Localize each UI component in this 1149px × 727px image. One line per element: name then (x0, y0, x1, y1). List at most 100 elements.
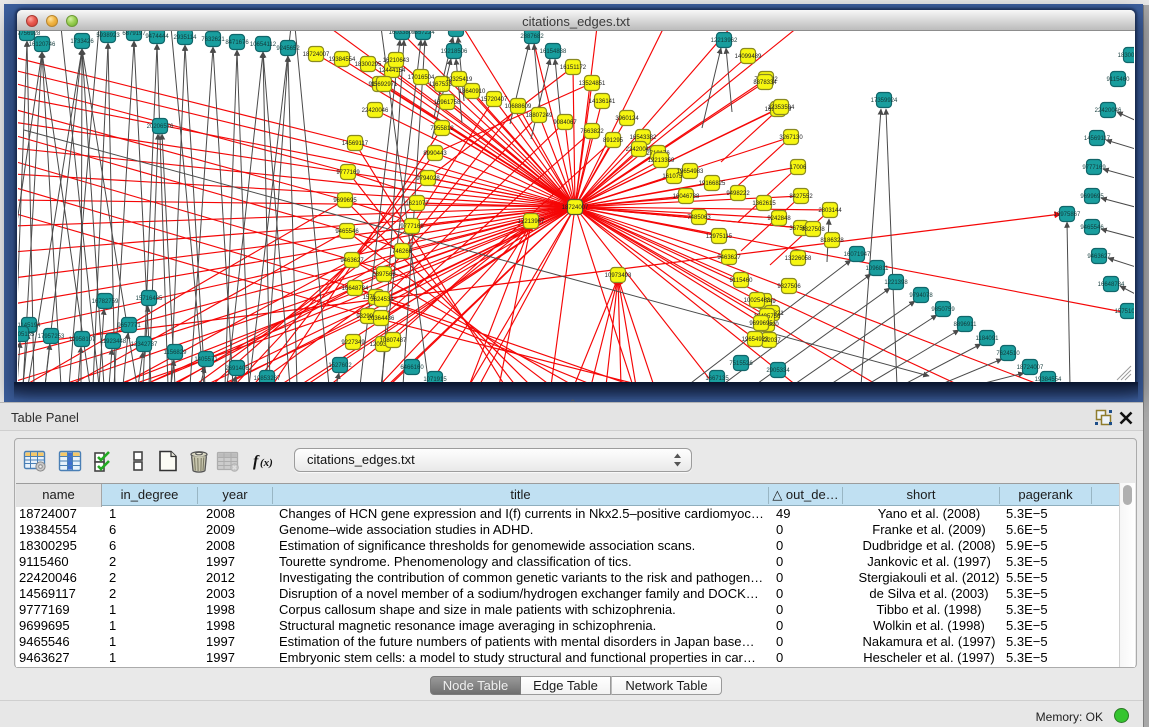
svg-text:1071915: 1071915 (423, 377, 447, 382)
svg-text:14569117: 14569117 (1084, 136, 1111, 142)
svg-text:7663822: 7663822 (580, 129, 604, 135)
svg-text:9327506: 9327506 (777, 284, 801, 290)
svg-text:(x): (x) (260, 457, 273, 469)
svg-text:15692971: 15692971 (371, 82, 398, 88)
svg-text:16648784: 16648784 (342, 286, 369, 292)
svg-text:16151172: 16151172 (560, 65, 587, 71)
svg-text:12444154: 12444154 (379, 68, 406, 74)
svg-text:16071947: 16071947 (844, 252, 871, 258)
svg-text:8471676: 8471676 (225, 40, 249, 46)
svg-text:16046788: 16046788 (673, 194, 700, 200)
svg-text:3624534: 3624534 (370, 297, 394, 303)
svg-text:9465546: 9465546 (335, 229, 359, 235)
svg-text:9463627: 9463627 (717, 255, 741, 261)
svg-text:8896911: 8896911 (954, 322, 978, 328)
svg-text:12353594: 12353594 (768, 105, 795, 111)
svg-text:16648784: 16648784 (1098, 282, 1125, 288)
svg-text:18724007: 18724007 (1017, 365, 1044, 371)
svg-text:16154838: 16154838 (540, 49, 567, 55)
svg-text:9465546: 9465546 (1080, 225, 1104, 231)
svg-text:3267130: 3267130 (779, 135, 803, 141)
svg-text:1221398: 1221398 (884, 280, 908, 286)
svg-text:10025463: 10025463 (744, 298, 771, 304)
svg-text:14136141: 14136141 (589, 99, 616, 105)
svg-text:9699695: 9699695 (1080, 194, 1104, 200)
svg-text:1733426: 1733426 (70, 39, 94, 45)
svg-text:2905334: 2905334 (766, 368, 790, 374)
svg-text:2935114: 2935114 (174, 35, 198, 41)
svg-text:9777169: 9777169 (1082, 165, 1106, 171)
svg-text:15720407: 15720407 (481, 97, 508, 103)
svg-text:16543382: 16543382 (630, 135, 657, 141)
svg-text:18724007: 18724007 (562, 205, 589, 211)
svg-text:7632621: 7632621 (201, 37, 225, 43)
svg-text:9699695: 9699695 (333, 198, 357, 204)
svg-text:17016504: 17016504 (408, 75, 435, 81)
svg-text:7515526: 7515526 (729, 361, 753, 367)
svg-text:18724007: 18724007 (303, 52, 330, 58)
svg-text:20364436: 20364436 (368, 316, 395, 322)
svg-text:19384554: 19384554 (1035, 377, 1062, 382)
svg-text:1096811: 1096811 (866, 266, 890, 272)
svg-text:12975115: 12975115 (706, 234, 733, 240)
svg-text:15751074: 15751074 (1115, 309, 1134, 315)
svg-text:1667135: 1667135 (705, 376, 729, 382)
svg-text:10973493: 10973493 (605, 273, 632, 279)
svg-text:16961758: 16961758 (434, 100, 461, 106)
svg-text:9227349: 9227349 (341, 340, 365, 346)
svg-text:7357224: 7357224 (411, 31, 435, 36)
svg-text:11923448: 11923448 (100, 339, 127, 345)
svg-text:2803144: 2803144 (818, 208, 842, 214)
svg-text:15716485: 15716485 (136, 296, 163, 302)
svg-text:9498222: 9498222 (726, 191, 750, 197)
svg-text:9245652: 9245652 (276, 46, 300, 52)
svg-text:9463627: 9463627 (1087, 254, 1111, 260)
svg-text:22420046: 22420046 (1095, 108, 1122, 114)
svg-text:12325419: 12325419 (446, 77, 473, 83)
svg-text:12505135: 12505135 (18, 332, 35, 338)
svg-text:8990443: 8990443 (423, 151, 447, 157)
svg-text:9084067: 9084067 (553, 120, 577, 126)
svg-text:6897568: 6897568 (372, 272, 396, 278)
svg-text:1184091: 1184091 (976, 336, 1000, 342)
svg-text:746266: 746266 (392, 249, 413, 255)
svg-text:19166825: 19166825 (699, 181, 726, 187)
svg-text:19975867: 19975867 (1054, 212, 1081, 218)
svg-text:18300295: 18300295 (1118, 53, 1134, 59)
svg-text:9777169: 9777169 (336, 170, 360, 176)
svg-text:8427552: 8427552 (789, 194, 813, 200)
svg-text:9115460: 9115460 (1107, 77, 1131, 83)
svg-text:9657771: 9657771 (117, 323, 141, 329)
svg-text:17957253: 17957253 (38, 334, 65, 340)
svg-text:12213369: 12213369 (648, 158, 675, 164)
svg-text:10654112: 10654112 (250, 42, 277, 48)
svg-text:9463627: 9463627 (340, 258, 364, 264)
svg-text:10807487: 10807487 (380, 338, 407, 344)
svg-text:9327508: 9327508 (801, 227, 825, 233)
svg-text:10958107: 10958107 (69, 337, 96, 343)
svg-text:9699695: 9699695 (749, 321, 773, 327)
svg-text:10688609: 10688609 (505, 104, 532, 110)
svg-text:16210643: 16210643 (383, 58, 410, 64)
svg-text:6466160: 6466160 (400, 365, 424, 371)
svg-text:18807249: 18807249 (526, 113, 553, 119)
svg-text:2691406: 2691406 (225, 366, 249, 372)
svg-text:9850759: 9850759 (931, 307, 955, 313)
svg-text:13226058: 13226058 (785, 256, 812, 262)
svg-text:19654923: 19654923 (742, 337, 769, 343)
svg-text:1621072: 1621072 (405, 201, 429, 207)
svg-text:17006: 17006 (790, 165, 807, 171)
svg-text:14099489: 14099489 (735, 54, 762, 60)
svg-text:5938923: 5938923 (96, 33, 120, 39)
svg-text:9794028: 9794028 (416, 176, 440, 182)
svg-text:8813054: 8813054 (444, 31, 468, 33)
svg-text:16782759: 16782759 (92, 299, 119, 305)
svg-text:8186328: 8186328 (820, 238, 844, 244)
svg-text:1362615: 1362615 (752, 201, 776, 207)
svg-text:12342737: 12342737 (131, 342, 158, 348)
svg-text:9777169: 9777169 (400, 224, 424, 230)
svg-text:14569117: 14569117 (342, 141, 369, 147)
svg-text:9115460: 9115460 (730, 278, 754, 284)
svg-text:891295: 891295 (603, 138, 624, 144)
svg-text:6879197: 6879197 (122, 31, 146, 37)
